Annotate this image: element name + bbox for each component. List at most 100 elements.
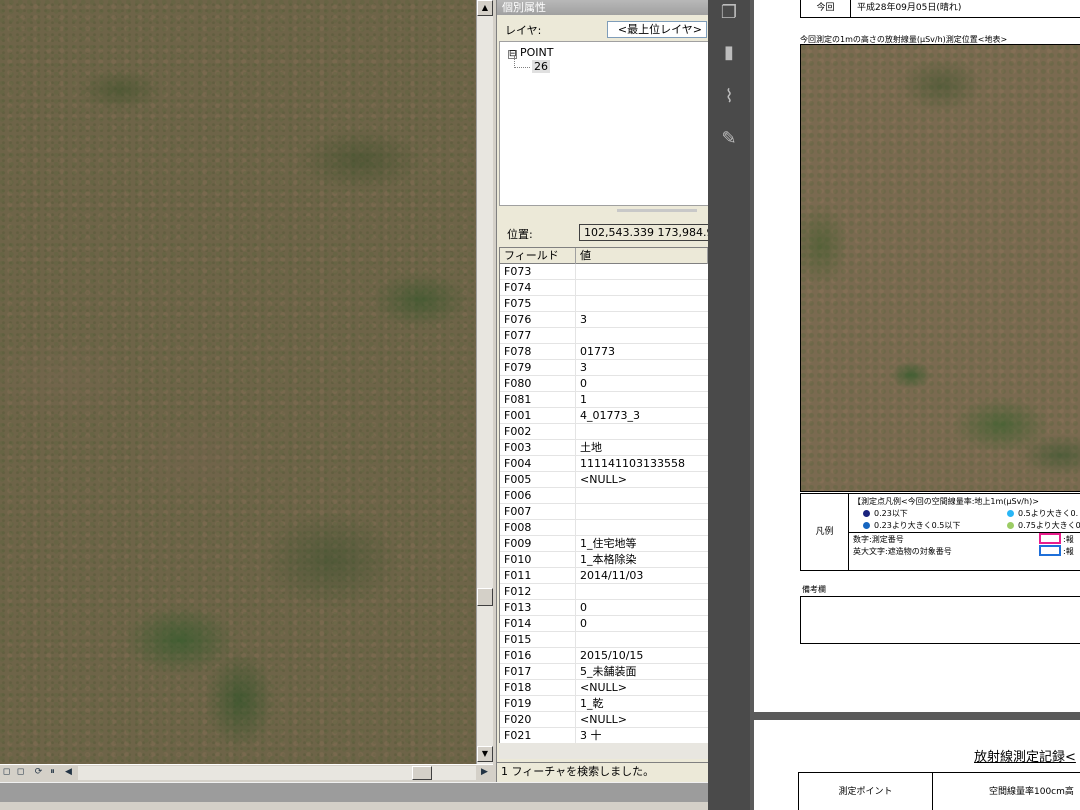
legend-label: 凡例 xyxy=(801,494,849,570)
value-cell: 01773 xyxy=(580,345,615,358)
legend-swatch-text: :報 xyxy=(1063,535,1074,544)
table-row[interactable]: F018 <NULL> xyxy=(500,680,708,696)
bookmark-icon[interactable]: ▮ xyxy=(718,42,740,64)
field-cell: F075 xyxy=(500,296,576,312)
table-row[interactable]: F007 xyxy=(500,504,708,520)
field-cell: F004 xyxy=(500,456,576,472)
table-row[interactable]: F015 xyxy=(500,632,708,648)
table-row[interactable]: F017 5_未舗装面 xyxy=(500,664,708,680)
position-value: 102,543.339 173,984.919 xyxy=(579,224,708,241)
remarks-label: 備考欄 xyxy=(802,585,826,594)
field-cell: F012 xyxy=(500,584,576,600)
field-cell: F074 xyxy=(500,280,576,296)
field-cell: F006 xyxy=(500,488,576,504)
layer-select[interactable]: <最上位レイヤ> xyxy=(607,21,707,38)
value-cell: 3 xyxy=(580,313,587,326)
attribute-grid[interactable]: フィールド 値 F073 F074 F075 F076 3 F077 F078 01773 F0… xyxy=(499,247,708,759)
signature-icon[interactable]: ✎ xyxy=(718,128,740,150)
scroll-right-button[interactable]: ▶ xyxy=(478,766,491,779)
refresh-icon[interactable]: ⟳ xyxy=(32,766,45,779)
table-row[interactable]: F001 4_01773_3 xyxy=(500,408,708,424)
pdf-sidebar: ❐ ▮ ⌇ ✎ xyxy=(708,0,750,810)
table-row[interactable]: F019 1_乾 xyxy=(500,696,708,712)
tree-child-node[interactable]: 26 xyxy=(532,60,550,73)
pause-icon[interactable]: ⏸ xyxy=(46,766,59,779)
panel-splitter[interactable] xyxy=(617,209,697,212)
scroll-up-button[interactable]: ▲ xyxy=(477,0,493,16)
pages-icon[interactable]: ❐ xyxy=(718,2,740,24)
table-row[interactable]: F005 <NULL> xyxy=(500,472,708,488)
table-row[interactable]: F075 xyxy=(500,296,708,312)
field-cell: F014 xyxy=(500,616,576,632)
table-row[interactable]: F074 xyxy=(500,280,708,296)
value-cell xyxy=(576,488,708,504)
table-row[interactable]: F081 1 xyxy=(500,392,708,408)
table-row[interactable]: F020 <NULL> xyxy=(500,712,708,728)
table-row[interactable]: F011 2014/11/03 xyxy=(500,568,708,584)
table-row[interactable]: F016 2015/10/15 xyxy=(500,648,708,664)
page2-title: 放射線測定記録< xyxy=(974,750,1076,765)
value-cell xyxy=(576,504,708,520)
table-row[interactable]: F077 xyxy=(500,328,708,344)
column-header-field[interactable]: フィールド xyxy=(500,248,576,264)
column-header-value[interactable]: 値 xyxy=(576,248,708,264)
panel-title: 個別属性 xyxy=(497,0,708,15)
remarks-box xyxy=(800,596,1080,644)
date-table: 今回 平成28年09月05日(晴れ) xyxy=(800,0,1080,18)
field-cell: F009 xyxy=(500,536,576,552)
field-cell: F011 xyxy=(500,568,576,584)
table-row[interactable]: F080 0 xyxy=(500,376,708,392)
value-cell xyxy=(576,264,708,280)
value-cell: <NULL> xyxy=(580,681,627,694)
page-icon[interactable]: ◻ xyxy=(0,766,13,779)
attachment-icon[interactable]: ⌇ xyxy=(718,86,740,108)
legend-item: 0.5より大きく0. xyxy=(1007,508,1078,519)
value-cell xyxy=(576,328,708,344)
scroll-left-button[interactable]: ◀ xyxy=(62,766,75,779)
table-row[interactable]: F004 111141103133558 xyxy=(500,456,708,472)
field-cell: F005 xyxy=(500,472,576,488)
pdf-aerial-map xyxy=(800,44,1080,492)
table-row[interactable]: F014 0 xyxy=(500,616,708,632)
field-cell: F016 xyxy=(500,648,576,664)
feature-tree[interactable]: ⊟ POINT 26 xyxy=(499,41,708,206)
pdf-page-2: 放射線測定記録< 測定ポイント 空間線量率100cm高 xyxy=(754,720,1080,810)
document-icon[interactable]: ◻ xyxy=(14,766,27,779)
field-cell: F010 xyxy=(500,552,576,568)
map-vertical-scrollbar[interactable]: ▲ ▼ xyxy=(476,0,493,764)
table-row[interactable]: F010 1_本格除染 xyxy=(500,552,708,568)
map-toolbar: ◻ ◻ ⟳ ⏸ ◀ ▶ xyxy=(0,764,493,780)
legend-dot-icon xyxy=(863,510,870,517)
table-row[interactable]: F078 01773 xyxy=(500,344,708,360)
scroll-down-button[interactable]: ▼ xyxy=(477,746,493,762)
layer-row: レイヤ: <最上位レイヤ> xyxy=(497,15,708,41)
table-row[interactable]: F073 xyxy=(500,264,708,280)
value-cell xyxy=(576,280,708,296)
value-cell: 1_本格除染 xyxy=(580,553,637,566)
aerial-map-view[interactable] xyxy=(0,0,476,764)
value-cell: 1 xyxy=(580,393,587,406)
grid-horizontal-scrollbar[interactable] xyxy=(499,743,708,759)
table-row[interactable]: F013 0 xyxy=(500,600,708,616)
table-row[interactable]: F021 3 十 xyxy=(500,728,708,744)
value-cell: 1_乾 xyxy=(580,697,604,710)
map-horizontal-scrollbar[interactable] xyxy=(78,766,476,780)
value-cell: 3 十 xyxy=(580,729,602,742)
map-horizontal-scroll-thumb[interactable] xyxy=(412,766,432,780)
table-row[interactable]: F009 1_住宅地等 xyxy=(500,536,708,552)
map-vertical-scroll-thumb[interactable] xyxy=(477,588,493,606)
table-row[interactable]: F003 土地 xyxy=(500,440,708,456)
field-cell: F078 xyxy=(500,344,576,360)
legend-item-label: 0.23以下 xyxy=(874,509,908,518)
value-cell: 111141103133558 xyxy=(580,457,685,470)
value-cell: 0 xyxy=(580,377,587,390)
table-row[interactable]: F076 3 xyxy=(500,312,708,328)
field-cell: F081 xyxy=(500,392,576,408)
table-row[interactable]: F008 xyxy=(500,520,708,536)
table-row[interactable]: F079 3 xyxy=(500,360,708,376)
field-cell: F015 xyxy=(500,632,576,648)
legend-swatch-pink xyxy=(1039,533,1061,544)
table-row[interactable]: F012 xyxy=(500,584,708,600)
table-row[interactable]: F006 xyxy=(500,488,708,504)
table-row[interactable]: F002 xyxy=(500,424,708,440)
